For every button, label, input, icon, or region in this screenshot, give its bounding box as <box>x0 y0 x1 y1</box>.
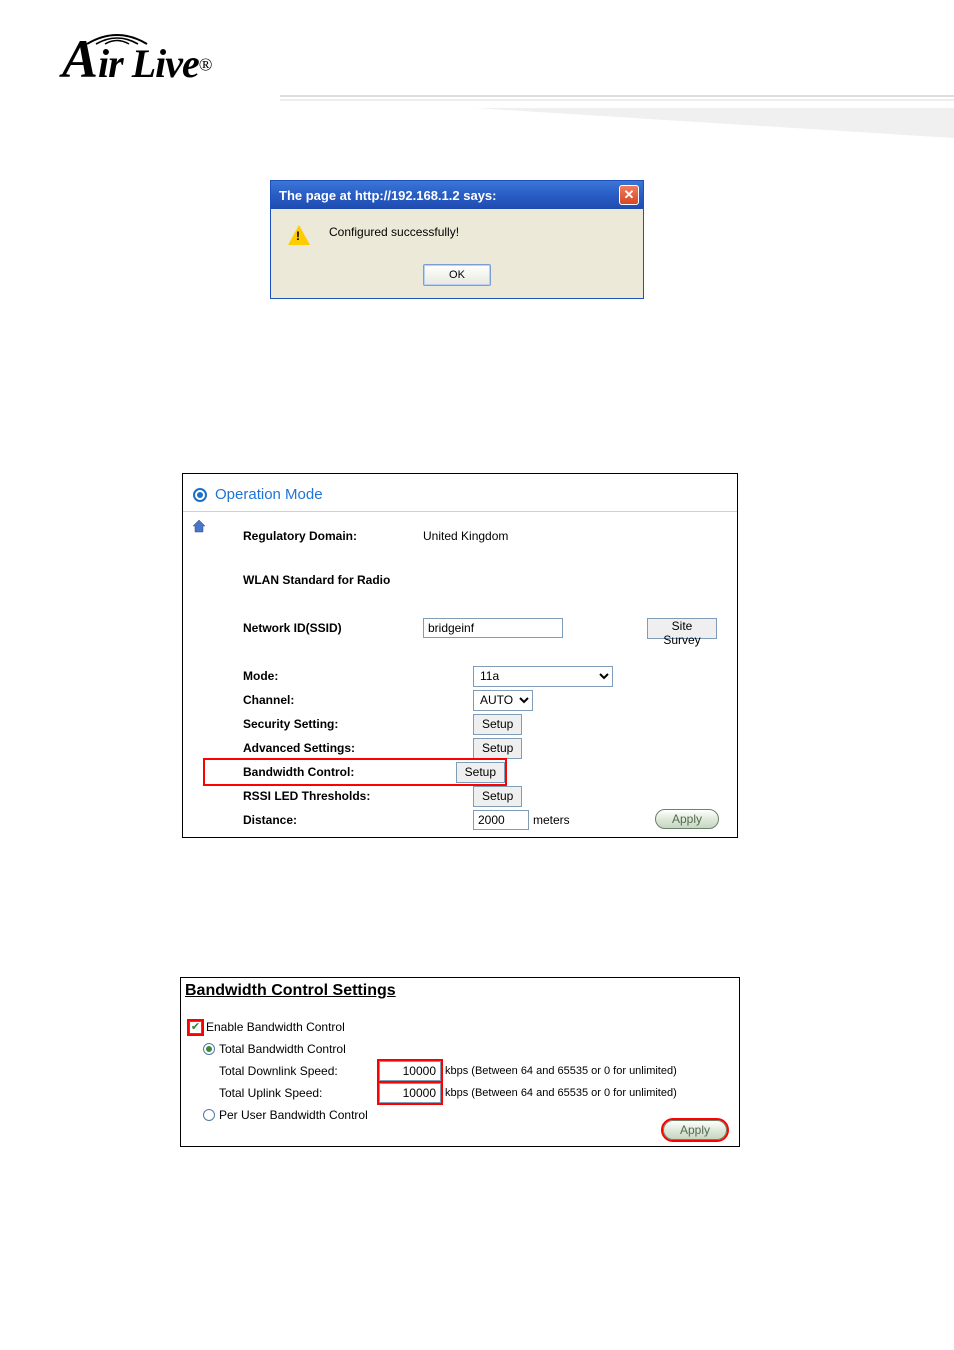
regulatory-label: Regulatory Domain: <box>243 529 423 543</box>
uplink-input[interactable] <box>379 1083 441 1103</box>
advanced-label: Advanced Settings: <box>243 741 423 755</box>
ssid-input[interactable] <box>423 618 563 638</box>
site-survey-button[interactable]: Site Survey <box>647 618 717 639</box>
close-button[interactable]: ✕ <box>619 185 639 205</box>
rssi-setup-button[interactable]: Setup <box>473 786 522 807</box>
distance-unit: meters <box>529 813 570 827</box>
distance-input[interactable] <box>473 810 529 830</box>
ssid-label: Network ID(SSID) <box>243 621 423 635</box>
bandwidth-setup-button[interactable]: Setup <box>456 762 505 783</box>
total-bandwidth-radio[interactable] <box>203 1043 215 1055</box>
warning-icon <box>283 223 315 250</box>
enable-bandwidth-checkbox[interactable] <box>189 1021 202 1034</box>
registered-icon: ® <box>199 55 213 75</box>
apply-button[interactable]: Apply <box>655 809 719 829</box>
downlink-label: Total Downlink Speed: <box>189 1064 379 1078</box>
logo-text: ir Live <box>98 41 199 86</box>
confirm-dialog: The page at http://192.168.1.2 says: ✕ C… <box>270 180 644 299</box>
home-icon[interactable] <box>191 518 207 534</box>
bullet-icon <box>193 488 207 502</box>
operation-mode-panel: Operation Mode Regulatory Domain: United… <box>182 473 738 838</box>
distance-label: Distance: <box>243 813 423 827</box>
bw-title: Bandwidth Control Settings <box>181 978 739 1006</box>
security-label: Security Setting: <box>243 717 423 731</box>
total-bandwidth-label: Total Bandwidth Control <box>219 1042 346 1056</box>
dialog-title: The page at http://192.168.1.2 says: <box>279 188 496 203</box>
enable-bandwidth-label: Enable Bandwidth Control <box>206 1020 345 1034</box>
rssi-label: RSSI LED Thresholds: <box>243 789 423 803</box>
per-user-bandwidth-label: Per User Bandwidth Control <box>219 1108 368 1122</box>
dialog-message: Configured successfully! <box>315 223 459 250</box>
uplink-label: Total Uplink Speed: <box>189 1086 379 1100</box>
mode-label: Mode: <box>243 669 423 683</box>
header-divider <box>280 95 954 101</box>
uplink-hint: kbps (Between 64 and 65535 or 0 for unli… <box>441 1087 677 1099</box>
mode-select[interactable]: 11a <box>473 666 613 687</box>
dialog-titlebar: The page at http://192.168.1.2 says: ✕ <box>271 181 643 209</box>
security-setup-button[interactable]: Setup <box>473 714 522 735</box>
wifi-waves-icon <box>82 24 152 46</box>
bandwidth-settings-panel: Bandwidth Control Settings Enable Bandwi… <box>180 977 740 1147</box>
per-user-bandwidth-radio[interactable] <box>203 1109 215 1121</box>
wlan-label: WLAN Standard for Radio <box>243 573 423 587</box>
bandwidth-control-label: Bandwidth Control: <box>243 765 409 779</box>
panel-title: Operation Mode <box>215 486 323 503</box>
downlink-hint: kbps (Between 64 and 65535 or 0 for unli… <box>441 1065 677 1077</box>
header-wedge <box>474 108 954 138</box>
bw-apply-button[interactable]: Apply <box>663 1120 727 1140</box>
close-icon: ✕ <box>624 187 635 203</box>
brand-logo: Air Live® <box>62 28 212 90</box>
regulatory-value: United Kingdom <box>423 529 508 543</box>
ok-button[interactable]: OK <box>423 264 491 286</box>
channel-label: Channel: <box>243 693 423 707</box>
advanced-setup-button[interactable]: Setup <box>473 738 522 759</box>
channel-select[interactable]: AUTO <box>473 690 533 711</box>
downlink-input[interactable] <box>379 1061 441 1081</box>
